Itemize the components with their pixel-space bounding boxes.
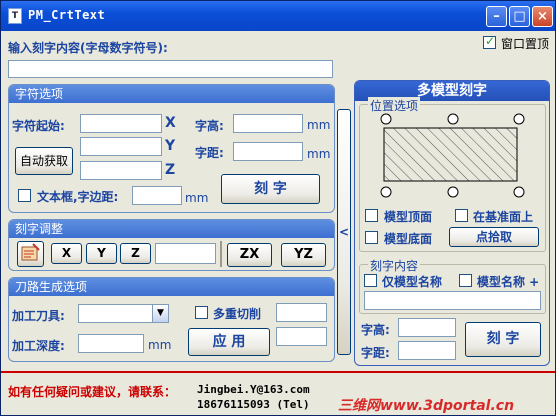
toolpath-header: 刀路生成选项 (9, 278, 334, 296)
textbox-checkbox[interactable] (18, 189, 31, 202)
height-unit: mm (307, 118, 331, 132)
mm-height-label: 字高: (361, 323, 390, 337)
model-name-suffix-input[interactable] (364, 291, 541, 310)
textbox-label: 文本框,字边距: (37, 190, 119, 204)
multi-cut-count-input[interactable] (276, 303, 327, 322)
model-top-label: 模型顶面 (384, 210, 433, 224)
content-prompt: 输入刻字内容(字母数字符号): (8, 41, 168, 55)
model-bottom-checkbox[interactable] (365, 231, 378, 244)
title-bar[interactable]: T PM_CrtText – □ × (1, 1, 555, 31)
adjust-value-input[interactable] (155, 243, 216, 264)
name-only-checkbox[interactable] (364, 274, 377, 287)
multi-cut-label: 多重切削 (213, 307, 262, 321)
char-spacing-input[interactable] (233, 142, 303, 161)
start-label: 字符起始: (12, 119, 65, 133)
on-base-label: 在基准面上 (473, 210, 534, 224)
auto-fetch-button[interactable]: 自动获取 (15, 147, 73, 175)
spacing-label: 字距: (195, 146, 224, 160)
mm-engrave-button[interactable]: 刻 字 (465, 322, 541, 357)
textbox-margin-input[interactable] (132, 186, 182, 205)
mm-spacing-input[interactable] (398, 341, 456, 360)
name-plus-checkbox[interactable] (459, 274, 472, 287)
watermark-text: 三维网www.3dportal.cn (338, 398, 515, 414)
footer-divider (1, 371, 555, 373)
pick-point-button[interactable]: 点拾取 (449, 227, 539, 247)
position-preview-diagram[interactable] (376, 111, 534, 201)
char-height-input[interactable] (233, 114, 303, 133)
spacing-unit: mm (307, 147, 331, 161)
engrave-text-input[interactable] (8, 60, 333, 78)
maximize-button[interactable]: □ (509, 6, 530, 27)
minimize-button[interactable]: – (486, 6, 507, 27)
tool-select[interactable]: ▼ (78, 304, 169, 323)
on-base-checkbox[interactable] (455, 209, 468, 222)
collapse-panel-button[interactable]: < (337, 109, 351, 355)
start-y-input[interactable] (80, 137, 162, 156)
axis-x-label: X (165, 115, 176, 131)
model-bottom-label: 模型底面 (384, 232, 433, 246)
chevron-down-icon[interactable]: ▼ (152, 305, 168, 322)
engrave-button[interactable]: 刻 字 (221, 174, 320, 204)
footer-bar: 如有任何疑问或建议，请联系： Jingbei.Y@163.com 1867611… (1, 371, 555, 415)
app-icon: T (8, 8, 22, 24)
topmost-checkbox[interactable] (483, 34, 496, 49)
multi-cut-step-input[interactable] (276, 327, 327, 346)
start-z-input[interactable] (80, 161, 162, 180)
adjust-zx-button[interactable]: ZX (227, 243, 272, 267)
window-title: PM_CrtText (28, 8, 106, 22)
adjust-x-button[interactable]: X (51, 243, 82, 264)
content-legend: 刻字内容 (368, 257, 421, 274)
contact-phone: 18676115093 (Tel) (197, 398, 310, 411)
mm-height-input[interactable] (398, 318, 456, 337)
mm-spacing-label: 字距: (361, 346, 390, 360)
contact-text: 如有任何疑问或建议，请联系： (8, 385, 177, 399)
adjust-yz-button[interactable]: YZ (281, 243, 326, 267)
textbox-unit: mm (185, 191, 209, 205)
contact-email: Jingbei.Y@163.com (197, 383, 310, 396)
adjust-z-button[interactable]: Z (120, 243, 151, 264)
height-label: 字高: (195, 119, 224, 133)
name-plus-label: 模型名称 + (477, 275, 540, 289)
topmost-label: 窗口置顶 (501, 37, 550, 51)
char-options-header: 字符选项 (9, 85, 334, 103)
name-only-label: 仅模型名称 (382, 275, 443, 289)
adjust-divider (220, 241, 222, 267)
depth-unit: mm (148, 338, 172, 352)
engrave-tool-icon[interactable] (17, 241, 44, 267)
adjust-header: 刻字调整 (9, 220, 334, 238)
multi-cut-checkbox[interactable] (195, 306, 208, 319)
close-button[interactable]: × (532, 6, 553, 27)
start-x-input[interactable] (80, 114, 162, 133)
model-top-checkbox[interactable] (365, 209, 378, 222)
tool-label: 加工刀具: (12, 309, 65, 323)
depth-input[interactable] (78, 334, 144, 353)
axis-y-label: Y (165, 138, 176, 154)
apply-button[interactable]: 应 用 (188, 328, 270, 356)
adjust-y-button[interactable]: Y (86, 243, 117, 264)
main-window: T PM_CrtText – □ × 输入刻字内容(字母数字符号): 窗口置顶 … (0, 0, 556, 416)
depth-label: 加工深度: (12, 339, 65, 353)
axis-z-label: Z (165, 162, 176, 178)
